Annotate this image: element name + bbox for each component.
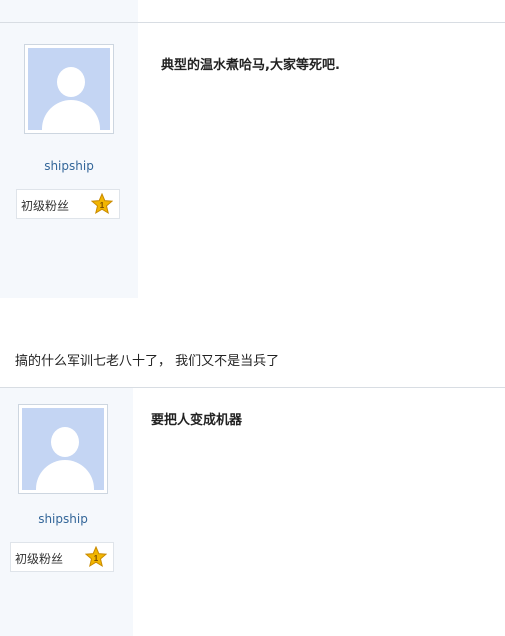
previous-post-sidebar bbox=[0, 0, 138, 22]
star-level-icon: 1 bbox=[91, 193, 113, 215]
rank-badge: 初级粉丝 1 bbox=[10, 542, 114, 572]
username-link[interactable]: shipship bbox=[15, 512, 111, 526]
rank-label: 初级粉丝 bbox=[15, 552, 64, 566]
avatar[interactable] bbox=[18, 404, 108, 494]
rank-label: 初级粉丝 bbox=[21, 199, 70, 213]
post-content: 典型的温水煮哈马,大家等死吧. bbox=[161, 58, 340, 73]
svg-text:1: 1 bbox=[100, 201, 105, 210]
rank-badge: 初级粉丝 1 bbox=[16, 189, 120, 219]
previous-post-bottom bbox=[0, 0, 505, 22]
post-1: shipship 初级粉丝 1 典型的温水煮哈马,大家等死吧. bbox=[0, 23, 505, 298]
post-2-author-sidebar: shipship 初级粉丝 1 bbox=[0, 388, 133, 636]
avatar[interactable] bbox=[24, 44, 114, 134]
svg-text:1: 1 bbox=[94, 554, 99, 563]
post-content: 要把人变成机器 bbox=[151, 413, 243, 428]
post-1-author-sidebar: shipship 初级粉丝 1 bbox=[0, 23, 138, 298]
post-2: shipship 初级粉丝 1 要把人变成机器 bbox=[0, 388, 505, 636]
star-level-icon: 1 bbox=[85, 546, 107, 568]
avatar-placeholder-icon bbox=[28, 48, 110, 130]
post-text-line: 搞的什么军训七老八十了， 我们又不是当兵了 bbox=[15, 354, 280, 369]
avatar-placeholder-icon bbox=[22, 408, 104, 490]
username-link[interactable]: shipship bbox=[21, 159, 117, 173]
